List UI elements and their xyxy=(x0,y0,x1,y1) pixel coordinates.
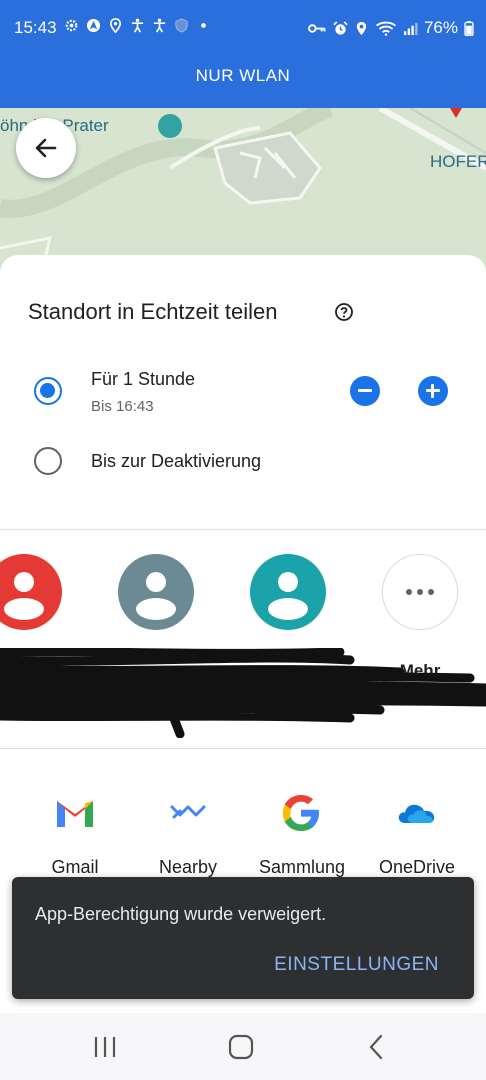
navigation-icon xyxy=(86,18,101,33)
more-contacts-button[interactable] xyxy=(382,554,458,630)
nearby-icon[interactable] xyxy=(166,791,210,835)
signal-icon xyxy=(403,22,418,35)
accessibility-icon xyxy=(131,18,144,33)
snackbar-message: App-Berechtigung wurde verweigert. xyxy=(35,904,327,924)
home-icon[interactable] xyxy=(226,1033,256,1061)
decrease-duration-button[interactable] xyxy=(350,376,380,406)
more-dot-icon xyxy=(428,589,434,595)
option-one-hour-sublabel: Bis 16:43 xyxy=(91,398,154,415)
option-until-disabled-label: Bis zur Deaktivierung xyxy=(91,451,262,471)
increase-duration-button[interactable] xyxy=(418,376,448,406)
redaction-scribble xyxy=(0,648,486,738)
page-title: NUR WLAN xyxy=(195,66,291,85)
settings-action-button[interactable]: EINSTELLUNGEN xyxy=(274,954,439,976)
settings-icon xyxy=(65,19,78,32)
person-icon xyxy=(0,554,62,630)
person-icon xyxy=(250,554,326,630)
help-icon[interactable] xyxy=(334,302,354,322)
alarm-icon xyxy=(333,20,348,35)
status-time: 15:43 xyxy=(14,18,57,37)
divider-top xyxy=(0,529,486,530)
app-label-gmail: Gmail xyxy=(51,857,99,877)
vpn-key-icon xyxy=(308,23,326,33)
contact-avatar-1[interactable] xyxy=(0,554,62,630)
radio-one-hour[interactable] xyxy=(34,377,62,405)
sheet-title: Standort in Echtzeit teilen xyxy=(28,299,278,324)
recent-apps-icon[interactable] xyxy=(90,1033,120,1061)
app-label-onedrive: OneDrive xyxy=(378,857,456,877)
status-icons-left xyxy=(64,18,211,33)
notification-dot-icon xyxy=(201,23,206,28)
more-dot-icon xyxy=(406,589,412,595)
back-nav-icon[interactable] xyxy=(362,1033,392,1061)
app-label-nearby: Nearby xyxy=(158,857,218,877)
option-one-hour[interactable]: Für 1 Stunde Bis 16:43 xyxy=(0,365,486,425)
status-icons-right: 76% xyxy=(307,18,474,38)
top-app-bar: 15:43 76% NUR WLAN xyxy=(0,0,486,108)
accessibility-icon-2 xyxy=(153,18,166,33)
option-until-disabled[interactable]: Bis zur Deaktivierung xyxy=(0,445,486,485)
more-dot-icon xyxy=(417,589,423,595)
contact-avatar-2[interactable] xyxy=(118,554,194,630)
gmail-icon[interactable] xyxy=(53,791,97,835)
map-poi-label: HOFER xyxy=(430,152,486,171)
map-view[interactable]: öhn her Prater HOFER xyxy=(0,108,486,278)
onedrive-icon[interactable] xyxy=(395,791,439,835)
arrow-back-icon xyxy=(35,138,57,158)
divider-middle xyxy=(0,748,486,749)
shield-icon xyxy=(175,18,188,33)
app-label-sammlung: Sammlung xyxy=(258,857,346,877)
status-bar: 15:43 76% xyxy=(0,14,486,42)
battery-percent: 76% xyxy=(423,18,458,37)
back-button[interactable] xyxy=(16,118,76,178)
option-one-hour-label: Für 1 Stunde xyxy=(91,369,196,389)
permission-snackbar: App-Berechtigung wurde verweigert. EINST… xyxy=(12,877,474,999)
google-icon[interactable] xyxy=(279,791,323,835)
person-icon xyxy=(118,554,194,630)
battery-icon xyxy=(464,20,474,36)
system-navigation-bar xyxy=(0,1013,486,1080)
radio-until-disabled[interactable] xyxy=(34,447,62,475)
location-icon xyxy=(356,21,367,35)
location-pin-icon xyxy=(109,18,122,33)
wifi-icon xyxy=(375,21,396,36)
contact-avatar-3[interactable] xyxy=(250,554,326,630)
